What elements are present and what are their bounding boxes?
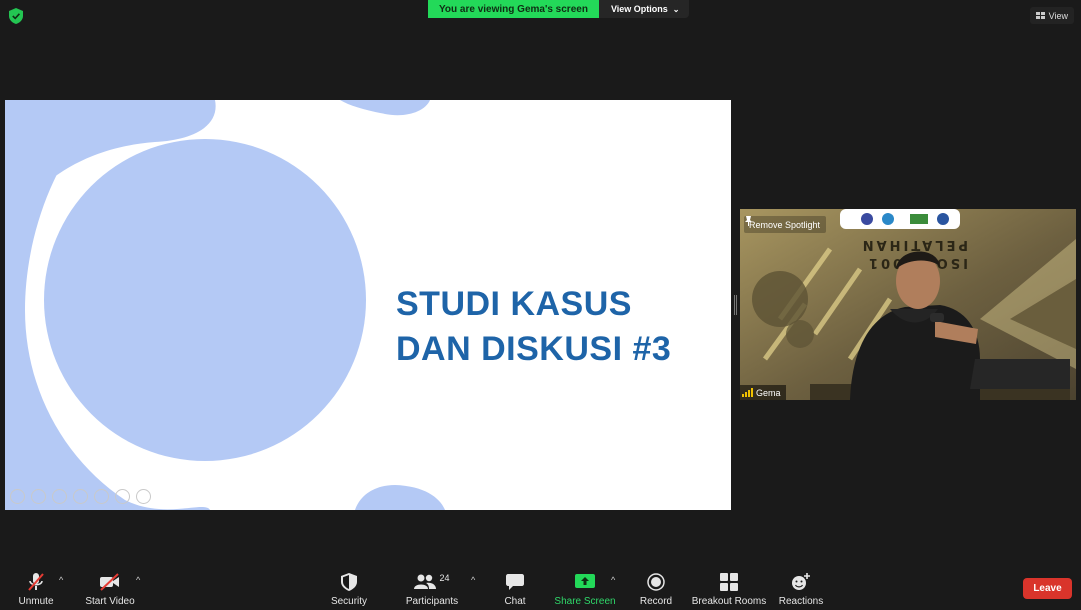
- record-icon: [647, 573, 665, 591]
- breakout-rooms-button[interactable]: Breakout Rooms: [692, 566, 766, 610]
- signal-strength-icon: [742, 388, 753, 397]
- slide-pen-icon[interactable]: [52, 489, 67, 504]
- view-label: View: [1048, 10, 1068, 21]
- view-options-label: View Options: [610, 4, 668, 14]
- screen-share-status-bar: You are viewing Gema's screen View Optio…: [428, 0, 690, 18]
- reactions-emoji-icon: [792, 573, 810, 590]
- start-video-button[interactable]: Start Video: [84, 566, 136, 610]
- chevron-down-icon: ⌄: [672, 4, 680, 14]
- split-resize-handle[interactable]: [734, 295, 737, 315]
- leave-button[interactable]: Leave: [1023, 578, 1072, 599]
- reactions-label: Reactions: [778, 596, 824, 607]
- breakout-rooms-label: Breakout Rooms: [691, 596, 767, 607]
- participants-label: Participants: [405, 596, 459, 607]
- share-screen-icon: [575, 574, 595, 588]
- chat-bubble-icon: [506, 574, 524, 590]
- slide-forward-icon[interactable]: [31, 489, 46, 504]
- security-shield-icon: [341, 573, 357, 591]
- encryption-shield-icon[interactable]: [9, 8, 23, 24]
- slide-back-icon[interactable]: [10, 489, 25, 504]
- shared-screen-slide: STUDI KASUS DAN DISKUSI #3: [5, 100, 731, 510]
- viewing-screen-label: You are viewing Gema's screen: [428, 0, 599, 18]
- slide-controls: [10, 489, 151, 504]
- record-label: Record: [639, 596, 673, 607]
- share-screen-label: Share Screen: [554, 596, 616, 607]
- unmute-button[interactable]: Unmute: [14, 566, 58, 610]
- meeting-toolbar: Unmute ^ Start Video ^ Security 24 Parti…: [0, 566, 1081, 610]
- slide-title: STUDI KASUS DAN DISKUSI #3: [396, 282, 671, 372]
- reactions-button[interactable]: Reactions: [778, 566, 824, 610]
- slide-view-icon[interactable]: [73, 489, 88, 504]
- view-button[interactable]: View: [1029, 7, 1074, 24]
- start-video-label: Start Video: [85, 596, 135, 607]
- share-options-caret-icon[interactable]: ^: [611, 575, 615, 585]
- participants-icon: [414, 574, 437, 589]
- view-options-button[interactable]: View Options ⌄: [598, 0, 690, 18]
- audio-options-caret-icon[interactable]: ^: [59, 575, 63, 585]
- chat-button[interactable]: Chat: [498, 566, 532, 610]
- share-screen-button[interactable]: Share Screen: [554, 566, 616, 610]
- grid-view-icon: [1035, 12, 1045, 19]
- participant-name-tag: Gema: [740, 385, 786, 400]
- chat-label: Chat: [504, 596, 526, 607]
- unmute-label: Unmute: [18, 596, 54, 607]
- record-button[interactable]: Record: [636, 566, 676, 610]
- remove-spotlight-button[interactable]: Remove Spotlight: [744, 216, 827, 233]
- participant-video-tile[interactable]: PELATIHAN ISO 27001 Remove Spotlight Gem…: [740, 209, 1076, 400]
- participants-options-caret-icon[interactable]: ^: [471, 575, 475, 585]
- slide-zoom-icon[interactable]: [94, 489, 109, 504]
- participants-button[interactable]: 24 Participants: [404, 566, 460, 610]
- slide-title-line-2: DAN DISKUSI #3: [396, 330, 672, 368]
- video-camera-off-icon: [100, 573, 119, 591]
- breakout-rooms-icon: [720, 573, 738, 591]
- pin-icon: [745, 216, 752, 226]
- participant-name: Gema: [756, 387, 781, 398]
- slide-menu-icon[interactable]: [115, 489, 130, 504]
- background-banner-text-1: PELATIHAN: [860, 237, 968, 252]
- slide-title-line-1: STUDI KASUS: [396, 285, 632, 323]
- security-label: Security: [330, 596, 368, 607]
- participants-count: 24: [439, 573, 450, 583]
- security-button[interactable]: Security: [328, 566, 370, 610]
- microphone-muted-icon: [28, 573, 44, 591]
- remove-spotlight-label: Remove Spotlight: [749, 219, 821, 230]
- video-feed: PELATIHAN ISO 27001: [740, 209, 1076, 400]
- video-options-caret-icon[interactable]: ^: [136, 575, 140, 585]
- slide-more-icon[interactable]: [136, 489, 151, 504]
